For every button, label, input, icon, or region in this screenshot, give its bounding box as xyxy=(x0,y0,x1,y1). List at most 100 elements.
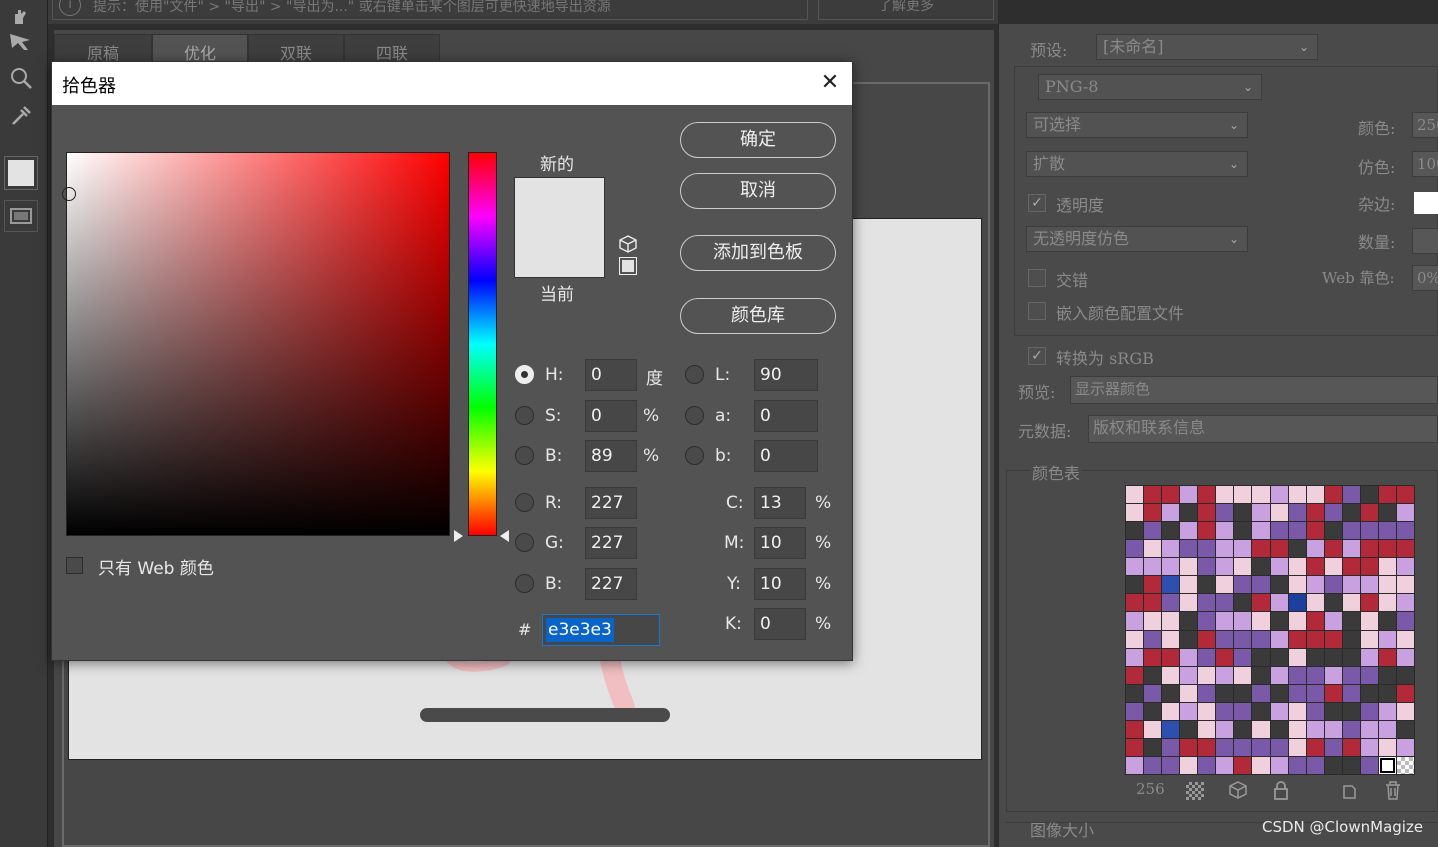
color-table-swatch[interactable] xyxy=(1126,540,1144,558)
color-table-swatch[interactable] xyxy=(1252,630,1270,648)
color-table-swatch[interactable] xyxy=(1216,522,1234,540)
color-table-swatch[interactable] xyxy=(1162,756,1180,774)
color-table-swatch[interactable] xyxy=(1360,648,1378,666)
color-table-swatch[interactable] xyxy=(1342,576,1360,594)
color-table-swatch[interactable] xyxy=(1288,540,1306,558)
color-table-swatch[interactable] xyxy=(1162,522,1180,540)
color-table-swatch[interactable] xyxy=(1270,612,1288,630)
color-table-swatch[interactable] xyxy=(1198,684,1216,702)
color-table-swatch[interactable] xyxy=(1306,558,1324,576)
color-table-swatch[interactable] xyxy=(1198,594,1216,612)
color-table-swatch[interactable] xyxy=(1126,612,1144,630)
color-table-swatch[interactable] xyxy=(1396,522,1414,540)
yellow-input[interactable]: 10 xyxy=(754,568,806,600)
lab-a-input[interactable]: 0 xyxy=(754,400,818,432)
web-colors-only-checkbox[interactable] xyxy=(66,557,83,574)
color-table-swatch[interactable] xyxy=(1180,576,1198,594)
trash-icon[interactable] xyxy=(1384,780,1402,804)
color-table-swatch[interactable] xyxy=(1162,720,1180,738)
color-table-swatch[interactable] xyxy=(1288,486,1306,504)
color-table-swatch[interactable] xyxy=(1378,630,1396,648)
color-table-swatch[interactable] xyxy=(1252,648,1270,666)
amount-field[interactable] xyxy=(1412,228,1438,254)
color-table-swatch[interactable] xyxy=(1378,684,1396,702)
color-table-swatch[interactable] xyxy=(1180,702,1198,720)
color-table-swatch[interactable] xyxy=(1360,720,1378,738)
color-table-swatch[interactable] xyxy=(1162,540,1180,558)
color-table-swatch[interactable] xyxy=(1378,702,1396,720)
eyedropper-color-swatch[interactable] xyxy=(4,156,38,190)
lab-l-input[interactable]: 90 xyxy=(754,359,818,391)
color-table-swatch[interactable] xyxy=(1270,558,1288,576)
color-table-swatch[interactable] xyxy=(1342,738,1360,756)
color-table-swatch[interactable] xyxy=(1378,738,1396,756)
magenta-input[interactable]: 10 xyxy=(754,527,806,559)
matte-swatch[interactable] xyxy=(1414,192,1438,214)
saturation-brightness-field[interactable] xyxy=(66,152,450,536)
color-table-swatch[interactable] xyxy=(1216,630,1234,648)
color-table-swatch[interactable] xyxy=(1180,684,1198,702)
lab-b-input[interactable]: 0 xyxy=(754,440,818,472)
color-table-swatch[interactable] xyxy=(1252,720,1270,738)
reduction-select[interactable]: 可选择 ⌄ xyxy=(1026,112,1248,138)
color-table-swatch[interactable] xyxy=(1198,738,1216,756)
hue-slider-right-arrow[interactable] xyxy=(500,530,509,542)
color-table-swatch[interactable] xyxy=(1252,702,1270,720)
color-table-swatch[interactable] xyxy=(1324,684,1342,702)
color-table-swatch[interactable] xyxy=(1360,702,1378,720)
color-table-swatch[interactable] xyxy=(1162,594,1180,612)
color-table-swatch[interactable] xyxy=(1126,684,1144,702)
color-table-swatch[interactable] xyxy=(1270,666,1288,684)
preview-select[interactable]: 显示器颜色 xyxy=(1070,376,1438,404)
radio-saturation[interactable] xyxy=(515,406,534,425)
color-table-swatch[interactable] xyxy=(1216,702,1234,720)
out-of-gamut-cube-icon[interactable] xyxy=(619,235,637,257)
color-table-swatch[interactable] xyxy=(1378,540,1396,558)
color-table-swatch[interactable] xyxy=(1360,666,1378,684)
color-table-swatch[interactable] xyxy=(1126,558,1144,576)
color-table-swatch[interactable] xyxy=(1360,576,1378,594)
color-table-swatch[interactable] xyxy=(1342,612,1360,630)
color-table-swatch[interactable] xyxy=(1396,738,1414,756)
color-table-swatch[interactable] xyxy=(1306,684,1324,702)
color-table-swatch[interactable] xyxy=(1126,738,1144,756)
color-table-swatch[interactable] xyxy=(1180,522,1198,540)
color-table-swatch[interactable] xyxy=(1342,720,1360,738)
color-table-swatch[interactable] xyxy=(1216,756,1234,774)
color-table-swatch[interactable] xyxy=(1306,648,1324,666)
color-table-swatch[interactable] xyxy=(1162,576,1180,594)
color-table-swatch[interactable] xyxy=(1360,594,1378,612)
colors-field[interactable]: 256 xyxy=(1412,112,1438,138)
format-select[interactable]: PNG-8 ⌄ xyxy=(1038,74,1262,100)
color-table-swatch[interactable] xyxy=(1144,594,1162,612)
color-table-swatch[interactable] xyxy=(1144,540,1162,558)
color-table-swatch[interactable] xyxy=(1306,720,1324,738)
color-table-swatch[interactable] xyxy=(1306,666,1324,684)
color-table-swatch[interactable] xyxy=(1270,594,1288,612)
current-color-swatch[interactable] xyxy=(514,227,605,278)
color-table-swatch[interactable] xyxy=(1270,522,1288,540)
hue-slider-left-arrow[interactable] xyxy=(454,530,463,542)
convert-srgb-checkbox[interactable]: ✓ xyxy=(1028,347,1046,365)
color-table-swatch[interactable] xyxy=(1324,666,1342,684)
color-table-swatch[interactable] xyxy=(1324,504,1342,522)
color-table-swatch[interactable] xyxy=(1180,540,1198,558)
cube-icon[interactable] xyxy=(1228,780,1248,804)
color-table-swatch[interactable] xyxy=(1378,720,1396,738)
color-table-swatch[interactable] xyxy=(1342,522,1360,540)
color-table-swatch[interactable] xyxy=(1324,720,1342,738)
color-table-swatch[interactable] xyxy=(1378,486,1396,504)
color-table-swatch[interactable] xyxy=(1324,558,1342,576)
color-table-swatch[interactable] xyxy=(1288,702,1306,720)
color-table-swatch[interactable] xyxy=(1396,720,1414,738)
color-table-swatch[interactable] xyxy=(1342,630,1360,648)
color-table-swatch[interactable] xyxy=(1270,504,1288,522)
color-table-swatch[interactable] xyxy=(1144,576,1162,594)
slice-select-tool-icon[interactable] xyxy=(4,26,38,58)
color-table-swatch[interactable] xyxy=(1144,612,1162,630)
color-table-swatch[interactable] xyxy=(1216,720,1234,738)
color-table-swatch[interactable] xyxy=(1234,558,1252,576)
color-table-swatch[interactable] xyxy=(1216,486,1234,504)
color-table-swatch[interactable] xyxy=(1234,522,1252,540)
color-table-swatch[interactable] xyxy=(1306,540,1324,558)
